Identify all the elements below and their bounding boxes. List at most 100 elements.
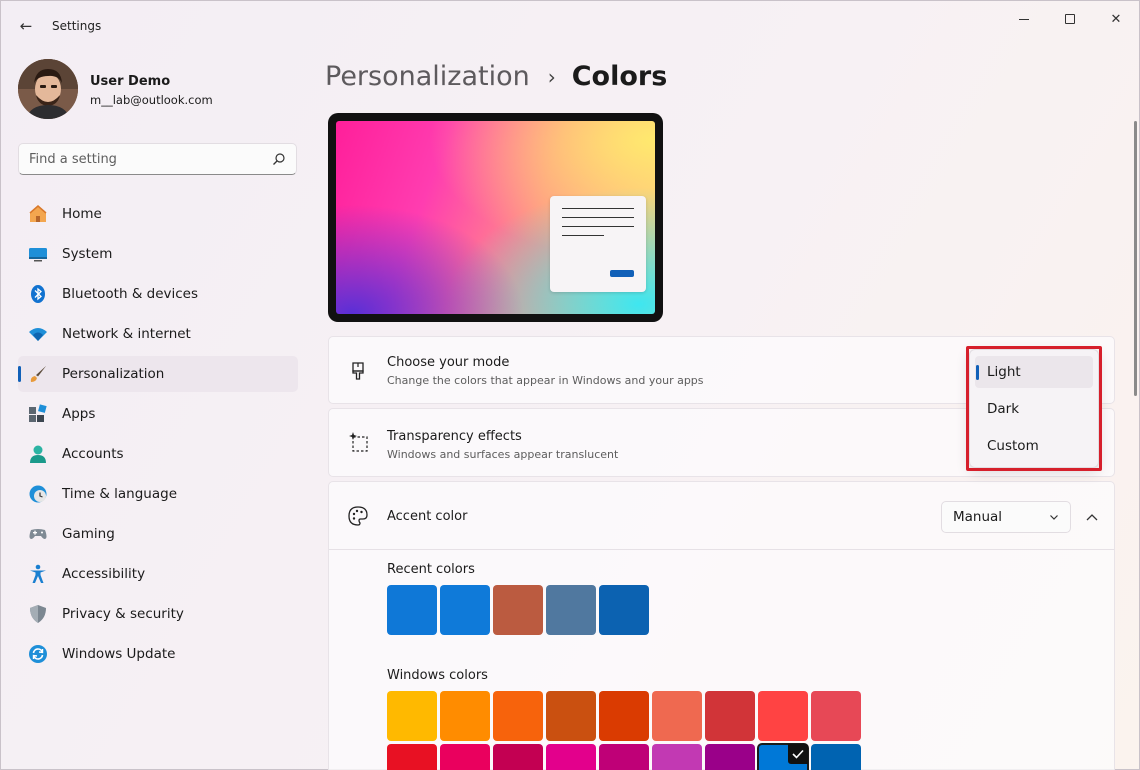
sidebar-item-bluetooth[interactable]: Bluetooth & devices [18,276,298,312]
sidebar-item-personalization[interactable]: Personalization [18,356,298,392]
accent-mode-value: Manual [953,509,1003,525]
sidebar-item-gaming[interactable]: Gaming [18,516,298,552]
accessibility-icon [28,564,48,584]
sidebar-item-label: Home [62,206,102,222]
sidebar-item-label: Personalization [62,366,165,382]
bluetooth-icon [28,284,48,304]
minimize-icon [1019,18,1029,20]
sidebar-item-system[interactable]: System [18,236,298,272]
sidebar-item-label: Time & language [62,486,178,502]
sidebar-item-label: Accounts [62,446,124,462]
palette-icon [347,505,369,527]
accent-header[interactable]: Accent color Manual [329,482,1114,550]
sidebar-item-time-language[interactable]: Time & language [18,476,298,512]
color-swatch[interactable] [387,691,437,741]
breadcrumb: Personalization › Colors [325,61,667,92]
sidebar-nav: Home System Bluetooth & devices Network … [18,196,298,676]
search-icon [273,153,285,165]
user-email: m__lab@outlook.com [90,93,213,107]
recent-colors-label: Recent colors [387,562,475,577]
sidebar-item-label: Privacy & security [62,606,184,622]
color-swatch[interactable] [599,691,649,741]
sidebar-item-label: System [62,246,113,262]
maximize-icon [1065,14,1075,24]
update-icon [28,644,48,664]
theme-preview [328,113,663,322]
color-swatch[interactable] [652,691,702,741]
close-icon: ✕ [1110,11,1122,27]
chevron-down-icon [1050,515,1058,520]
clock-globe-icon [28,484,48,504]
system-icon [28,244,48,264]
title-bar: ← Settings ✕ [1,1,1140,49]
color-swatch[interactable] [493,744,543,770]
color-swatch[interactable] [757,743,809,770]
color-swatch[interactable] [811,691,861,741]
color-swatch[interactable] [387,585,437,635]
transparency-subtitle: Windows and surfaces appear translucent [387,448,619,461]
apps-icon [28,404,48,424]
avatar-image [18,59,78,119]
brush-icon [28,364,48,384]
sidebar-item-apps[interactable]: Apps [18,396,298,432]
search-input[interactable]: Find a setting [18,143,297,175]
preview-window [550,196,646,292]
color-swatch[interactable] [440,744,490,770]
color-swatch[interactable] [758,691,808,741]
color-swatch[interactable] [705,744,755,770]
preview-text-line [562,235,604,236]
chevron-right-icon: › [547,64,556,89]
transparency-icon [347,431,369,453]
paint-brush-icon [347,360,369,382]
color-swatch[interactable] [493,585,543,635]
color-swatch[interactable] [811,744,861,770]
breadcrumb-parent[interactable]: Personalization [325,61,530,92]
sidebar-item-label: Accessibility [62,566,146,582]
highlight-box [966,346,1102,471]
minimize-button[interactable] [1001,9,1047,29]
color-swatch[interactable] [599,585,649,635]
home-icon [28,204,48,224]
wifi-icon [28,324,48,344]
sidebar-item-privacy[interactable]: Privacy & security [18,596,298,632]
sidebar-item-accounts[interactable]: Accounts [18,436,298,472]
sidebar-item-label: Gaming [62,526,115,542]
transparency-title: Transparency effects [387,429,522,444]
accent-color-card: Accent color Manual Recent colors Window… [328,481,1115,770]
windows-colors-row [387,743,861,770]
sidebar-item-accessibility[interactable]: Accessibility [18,556,298,592]
color-swatch[interactable] [440,691,490,741]
sidebar-item-label: Network & internet [62,326,191,342]
accent-title: Accent color [387,509,468,524]
shield-icon [28,604,48,624]
color-swatch[interactable] [546,585,596,635]
scrollbar[interactable] [1134,121,1137,396]
back-button[interactable]: ← [15,15,37,37]
chevron-up-icon [1086,514,1098,521]
color-swatch[interactable] [599,744,649,770]
close-button[interactable]: ✕ [1093,9,1139,29]
color-swatch[interactable] [705,691,755,741]
search-placeholder: Find a setting [29,152,117,167]
avatar[interactable] [18,59,78,119]
person-icon [28,444,48,464]
color-swatch[interactable] [493,691,543,741]
color-swatch[interactable] [546,744,596,770]
maximize-button[interactable] [1047,9,1093,29]
preview-accent-button [610,270,634,277]
sidebar-item-network[interactable]: Network & internet [18,316,298,352]
preview-text-line [562,217,634,218]
color-swatch[interactable] [652,744,702,770]
recent-colors-row [387,585,649,635]
sidebar-item-windows-update[interactable]: Windows Update [18,636,298,672]
color-swatch[interactable] [387,744,437,770]
sidebar-item-home[interactable]: Home [18,196,298,232]
mode-title: Choose your mode [387,355,510,370]
collapse-button[interactable] [1081,506,1103,528]
windows-colors-row [387,691,861,741]
color-swatch[interactable] [546,691,596,741]
color-swatch[interactable] [440,585,490,635]
active-indicator [18,366,21,382]
back-arrow-icon: ← [19,17,33,35]
accent-mode-dropdown[interactable]: Manual [941,501,1071,533]
